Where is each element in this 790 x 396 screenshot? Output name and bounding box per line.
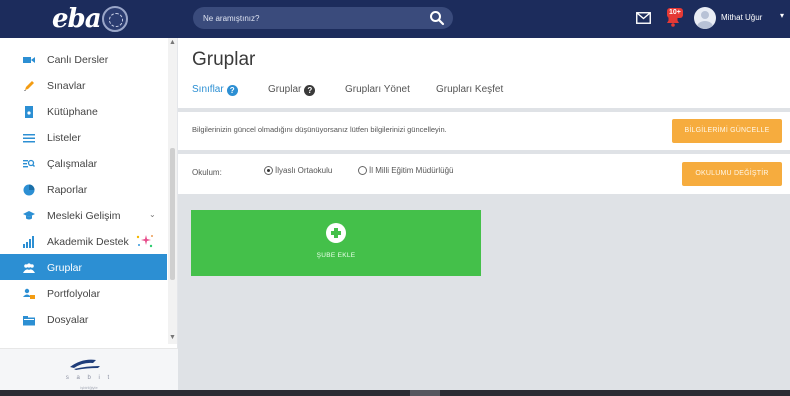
main-content: Gruplar Sınıflar? Gruplar? Grupları Yöne… bbox=[178, 38, 790, 396]
sidebar-item-label: Portfolyolar bbox=[47, 288, 101, 300]
pie-chart-icon bbox=[23, 183, 35, 196]
tab-siniflar[interactable]: Sınıflar? bbox=[192, 84, 238, 96]
eba-logo[interactable]: eba bbox=[0, 0, 170, 38]
sidebar-item-raporlar[interactable]: Raporlar bbox=[0, 176, 167, 202]
partner-name: s a b i t bbox=[65, 375, 113, 381]
graduation-cap-icon bbox=[23, 209, 35, 221]
tab-label: Grupları Keşfet bbox=[436, 84, 504, 95]
logo-text: eba bbox=[52, 4, 102, 34]
search-box bbox=[193, 7, 453, 29]
school-label: Okulum: bbox=[192, 168, 222, 177]
radio-selected-icon[interactable] bbox=[264, 166, 273, 175]
mail-icon[interactable] bbox=[636, 11, 651, 24]
search-input[interactable] bbox=[203, 10, 413, 26]
tab-label: Sınıflar bbox=[192, 84, 224, 95]
sidebar-item-listeler[interactable]: Listeler bbox=[0, 124, 167, 150]
add-class-label: ŞUBE EKLE bbox=[316, 252, 356, 259]
bottom-strip bbox=[0, 390, 790, 396]
page-title: Gruplar bbox=[192, 49, 256, 70]
sidebar-item-label: Listeler bbox=[47, 132, 81, 144]
sidebar-item-kutuphane[interactable]: Kütüphane bbox=[0, 98, 167, 124]
avatar[interactable] bbox=[694, 7, 716, 29]
scroll-down-icon[interactable]: ▼ bbox=[169, 334, 176, 341]
sidebar-item-canli-dersler[interactable]: Canlı Dersler bbox=[0, 46, 167, 72]
info-panel: Bilgilerinizin güncel olmadığını düşünüy… bbox=[178, 112, 790, 150]
sidebar-item-akademik-destek[interactable]: Akademik Destek bbox=[0, 228, 167, 254]
users-icon bbox=[23, 261, 35, 273]
page-header: Gruplar Sınıflar? Gruplar? Grupları Yöne… bbox=[178, 38, 790, 108]
tab-label: Grupları Yönet bbox=[345, 84, 410, 95]
school-panel: Okulum: İlyaslı Ortaokulu İl Milli Eğiti… bbox=[178, 154, 790, 194]
change-school-button[interactable]: OKULUMU DEĞİŞTİR bbox=[682, 162, 782, 186]
top-navigation-bar: eba 10+ Mithat Uğur ▾ bbox=[0, 0, 790, 38]
list-icon bbox=[23, 131, 35, 143]
school-option-label: İlyaslı Ortaokulu bbox=[275, 166, 333, 175]
notification-badge: 10+ bbox=[667, 8, 683, 18]
sidebar-item-label: Gruplar bbox=[47, 262, 83, 274]
tab-gruplar[interactable]: Gruplar? bbox=[268, 84, 316, 96]
sidebar-item-gruplar[interactable]: Gruplar bbox=[0, 254, 167, 280]
video-camera-icon bbox=[23, 53, 35, 65]
sidebar-item-dosyalar[interactable]: Dosyalar bbox=[0, 306, 167, 332]
update-info-button[interactable]: BİLGİLERİMİ GÜNCELLE bbox=[672, 119, 782, 143]
chevron-down-icon[interactable]: ▾ bbox=[780, 11, 784, 20]
sidebar-item-label: Raporlar bbox=[47, 184, 88, 196]
folder-icon bbox=[23, 313, 35, 326]
sidebar-item-label: Akademik Destek bbox=[47, 236, 129, 248]
sidebar-item-label: Çalışmalar bbox=[47, 158, 98, 170]
book-icon bbox=[23, 105, 35, 118]
bar-chart-icon bbox=[23, 235, 35, 248]
radio-unselected-icon[interactable] bbox=[358, 166, 367, 175]
sidebar-item-label: Canlı Dersler bbox=[47, 54, 109, 66]
tab-label: Gruplar bbox=[268, 84, 302, 95]
sidebar-item-sinavlar[interactable]: Sınavlar bbox=[0, 72, 167, 98]
bottom-strip-segment bbox=[410, 390, 440, 396]
tab-gruplari-yonet[interactable]: Grupları Yönet bbox=[345, 84, 410, 95]
sidebar-item-mesleki-gelisim[interactable]: Mesleki Gelişim ⌄ bbox=[0, 202, 167, 228]
scroll-up-icon[interactable]: ▲ bbox=[169, 39, 176, 46]
scrollbar-thumb[interactable] bbox=[170, 148, 175, 280]
help-icon[interactable]: ? bbox=[226, 85, 238, 96]
sidebar-item-label: Mesleki Gelişim bbox=[47, 210, 121, 222]
notifications-button[interactable]: 10+ bbox=[663, 8, 683, 28]
sidebar-item-portfolyolar[interactable]: Portfolyolar bbox=[0, 280, 167, 306]
help-icon[interactable]: ? bbox=[304, 85, 316, 96]
info-message: Bilgilerinizin güncel olmadığını düşünüy… bbox=[192, 125, 447, 134]
sidebar-item-label: Sınavlar bbox=[47, 80, 86, 92]
school-option-il-milli-egitim[interactable]: İl Milli Eğitim Müdürlüğü bbox=[358, 166, 453, 175]
school-option-ilyasli[interactable]: İlyaslı Ortaokulu bbox=[264, 166, 332, 175]
sidebar-item-label: Kütüphane bbox=[47, 106, 98, 118]
school-option-label: İl Milli Eğitim Müdürlüğü bbox=[369, 166, 454, 175]
sidebar: Canlı Dersler Sınavlar Kütüphane Listele… bbox=[0, 38, 178, 396]
sidebar-item-calismalar[interactable]: Çalışmalar bbox=[0, 150, 167, 176]
chevron-down-icon[interactable]: ⌄ bbox=[149, 210, 156, 219]
partner-logo bbox=[66, 357, 106, 371]
sparkle-icon bbox=[134, 233, 154, 249]
sidebar-scrollbar[interactable]: ▲ ▼ bbox=[168, 38, 177, 344]
sidebar-menu: Canlı Dersler Sınavlar Kütüphane Listele… bbox=[0, 46, 167, 332]
pencil-icon bbox=[23, 79, 35, 91]
sidebar-item-label: Dosyalar bbox=[47, 314, 89, 326]
search-icon[interactable] bbox=[429, 10, 445, 26]
ministry-seal-icon bbox=[102, 6, 128, 32]
plus-circle-icon bbox=[326, 223, 346, 243]
search-list-icon bbox=[23, 157, 35, 169]
username[interactable]: Mithat Uğur bbox=[721, 13, 762, 22]
sidebar-footer: s a b i t işbirliğiyle bbox=[0, 348, 178, 396]
add-class-card[interactable]: ŞUBE EKLE bbox=[191, 210, 481, 276]
tab-gruplari-kesfet[interactable]: Grupları Keşfet bbox=[436, 84, 503, 95]
user-folder-icon bbox=[23, 287, 35, 299]
